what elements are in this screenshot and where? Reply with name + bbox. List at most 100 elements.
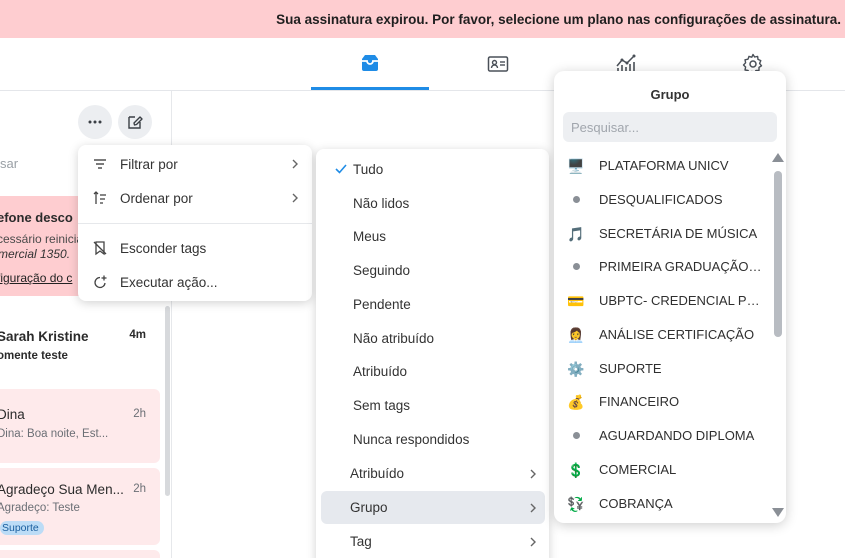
group-item-label: PRIMEIRA GRADUAÇÃO U... <box>599 259 765 274</box>
filter-submenu-tag[interactable]: Tag <box>321 525 545 558</box>
filter-option-label: Atribuído <box>350 466 405 481</box>
filter-option-assigned[interactable]: Atribuído <box>321 355 545 388</box>
scroll-up-arrow-icon[interactable] <box>772 153 784 162</box>
conversation-item[interactable]: Dina 2h Dina: Boa noite, Est... <box>0 389 160 463</box>
conversation-time: 2h <box>133 483 146 495</box>
group-item[interactable]: PRIMEIRA GRADUAÇÃO U... <box>566 250 766 283</box>
conversation-preview: omente teste <box>0 350 68 362</box>
group-submenu-title: Grupo <box>650 87 690 102</box>
dollar-icon: 💲 <box>567 461 585 478</box>
list-scrollbar[interactable] <box>165 306 170 496</box>
dot-icon <box>566 257 586 277</box>
group-item-label: SECRETÁRIA DE MÚSICA <box>599 226 758 241</box>
menu-item-label: Filtrar por <box>120 156 178 172</box>
app-root: Sua assinatura expirou. Por favor, selec… <box>0 0 845 558</box>
menu-item-label: Executar ação... <box>120 274 218 290</box>
filter-option-pending[interactable]: Pendente <box>321 288 545 321</box>
menu-divider <box>78 223 312 224</box>
compose-button[interactable] <box>118 105 152 139</box>
subscription-expired-banner: Sua assinatura expirou. Por favor, selec… <box>0 0 845 38</box>
group-item[interactable]: 💱 COBRANÇA <box>566 487 766 520</box>
person-icon: 👩‍💼 <box>567 326 585 343</box>
filter-option-label: Meus <box>353 229 387 244</box>
dot-icon <box>566 190 586 210</box>
run-action-icon <box>91 273 109 291</box>
group-search-input[interactable] <box>563 112 777 142</box>
menu-item-run-action[interactable]: Executar ação... <box>78 266 312 298</box>
group-item[interactable]: 💲 COMERCIAL <box>566 453 766 486</box>
tag-badge: Suporte <box>0 521 44 535</box>
inbox-icon <box>362 54 378 71</box>
hide-tag-icon <box>91 239 109 257</box>
group-item[interactable]: AGUARDANDO DIPLOMA <box>566 419 766 452</box>
group-item-label: COBRANÇA <box>599 496 673 511</box>
filter-option-label: Não atribuído <box>353 331 435 346</box>
group-item-label: FINANCEIRO <box>599 394 680 409</box>
conversation-item[interactable]: Agradeço Sua Men... 2h Agradeço: Teste S… <box>0 468 160 545</box>
group-item-label: AGUARDANDO DIPLOMA <box>599 428 755 443</box>
group-list-scrollbar[interactable] <box>772 153 786 519</box>
ellipsis-icon <box>88 120 102 124</box>
conversation-preview: Agradeço: Teste <box>0 502 80 514</box>
group-item-label: DESQUALIFICADOS <box>599 192 723 207</box>
conversation-name: Dina <box>0 407 25 422</box>
filter-icon <box>91 155 109 173</box>
chevron-right-icon <box>292 159 298 169</box>
menu-item-label: Esconder tags <box>120 240 207 256</box>
filter-option-label: Seguindo <box>353 263 411 278</box>
music-note-icon: 🎵 <box>567 225 585 242</box>
group-item[interactable]: 💳 UBPTC- CREDENCIAL PSIC... <box>566 284 766 317</box>
filter-option-label: Sem tags <box>353 398 411 413</box>
credit-card-icon: 💳 <box>567 292 585 309</box>
chevron-right-icon <box>530 503 536 513</box>
check-icon <box>335 164 347 174</box>
conversation-item-partial[interactable] <box>0 550 160 558</box>
scrollbar-thumb[interactable] <box>774 171 782 337</box>
filter-option-never-replied[interactable]: Nunca respondidos <box>321 423 545 456</box>
conversation-name: Agradeço Sua Men... <box>0 482 124 497</box>
group-item-label: COMERCIAL <box>599 462 677 477</box>
filter-option-all[interactable]: Tudo <box>321 153 545 186</box>
filter-option-label: Pendente <box>353 297 411 312</box>
group-item[interactable]: ⚙️ SUPORTE <box>566 352 766 385</box>
menu-item-filter[interactable]: Filtrar por <box>78 148 312 180</box>
gear-icon: ⚙️ <box>567 360 585 377</box>
filter-option-label: Tudo <box>353 162 384 177</box>
chevron-right-icon <box>530 537 536 547</box>
filter-option-label: Nunca respondidos <box>353 432 470 447</box>
menu-item-label: Ordenar por <box>120 190 193 206</box>
sort-icon <box>91 189 109 207</box>
menu-item-sort[interactable]: Ordenar por <box>78 182 312 214</box>
group-item[interactable]: 🖥️ PLATAFORMA UNICV <box>566 149 766 182</box>
group-item[interactable]: 👩‍💼 ANÁLISE CERTIFICAÇÃO <box>566 318 766 351</box>
tab-contacts[interactable] <box>439 38 557 90</box>
conversation-item[interactable]: Sarah Kristine 4m omente teste <box>0 319 160 367</box>
chevron-right-icon <box>292 193 298 203</box>
group-item-label: PLATAFORMA UNICV <box>599 158 729 173</box>
chevron-right-icon <box>530 469 536 479</box>
filter-option-following[interactable]: Seguindo <box>321 254 545 287</box>
filter-option-unassigned[interactable]: Não atribuído <box>321 322 545 355</box>
filter-option-label: Não lidos <box>353 196 410 211</box>
conversation-actions-menu: Filtrar por Ordenar por Esconder tags Ex… <box>78 145 312 301</box>
group-item[interactable]: 🎵 SECRETÁRIA DE MÚSICA <box>566 217 766 250</box>
group-item-label: UBPTC- CREDENCIAL PSIC... <box>599 293 765 308</box>
tab-inbox[interactable] <box>311 38 429 90</box>
conversation-preview: Dina: Boa noite, Est... <box>0 428 109 440</box>
scroll-down-arrow-icon[interactable] <box>772 508 784 517</box>
computer-icon: 🖥️ <box>567 157 585 174</box>
filter-option-label: Atribuído <box>353 364 408 379</box>
more-options-button[interactable] <box>78 105 112 139</box>
group-item[interactable]: 💰 FINANCEIRO <box>566 385 766 418</box>
edit-icon <box>128 116 143 129</box>
filter-option-mine[interactable]: Meus <box>321 220 545 253</box>
menu-item-hide-tags[interactable]: Esconder tags <box>78 232 312 264</box>
group-item[interactable]: DESQUALIFICADOS <box>566 183 766 216</box>
contact-card-icon <box>487 56 509 72</box>
filter-submenu-group[interactable]: Grupo <box>321 491 545 524</box>
conversation-time: 2h <box>133 408 146 420</box>
filter-submenu-assigned[interactable]: Atribuído <box>321 457 545 490</box>
filter-option-unread[interactable]: Não lidos <box>321 187 545 220</box>
filter-option-no-tags[interactable]: Sem tags <box>321 389 545 422</box>
filter-submenu: Tudo Não lidos Meus Seguindo Pendente Nã… <box>316 149 549 558</box>
